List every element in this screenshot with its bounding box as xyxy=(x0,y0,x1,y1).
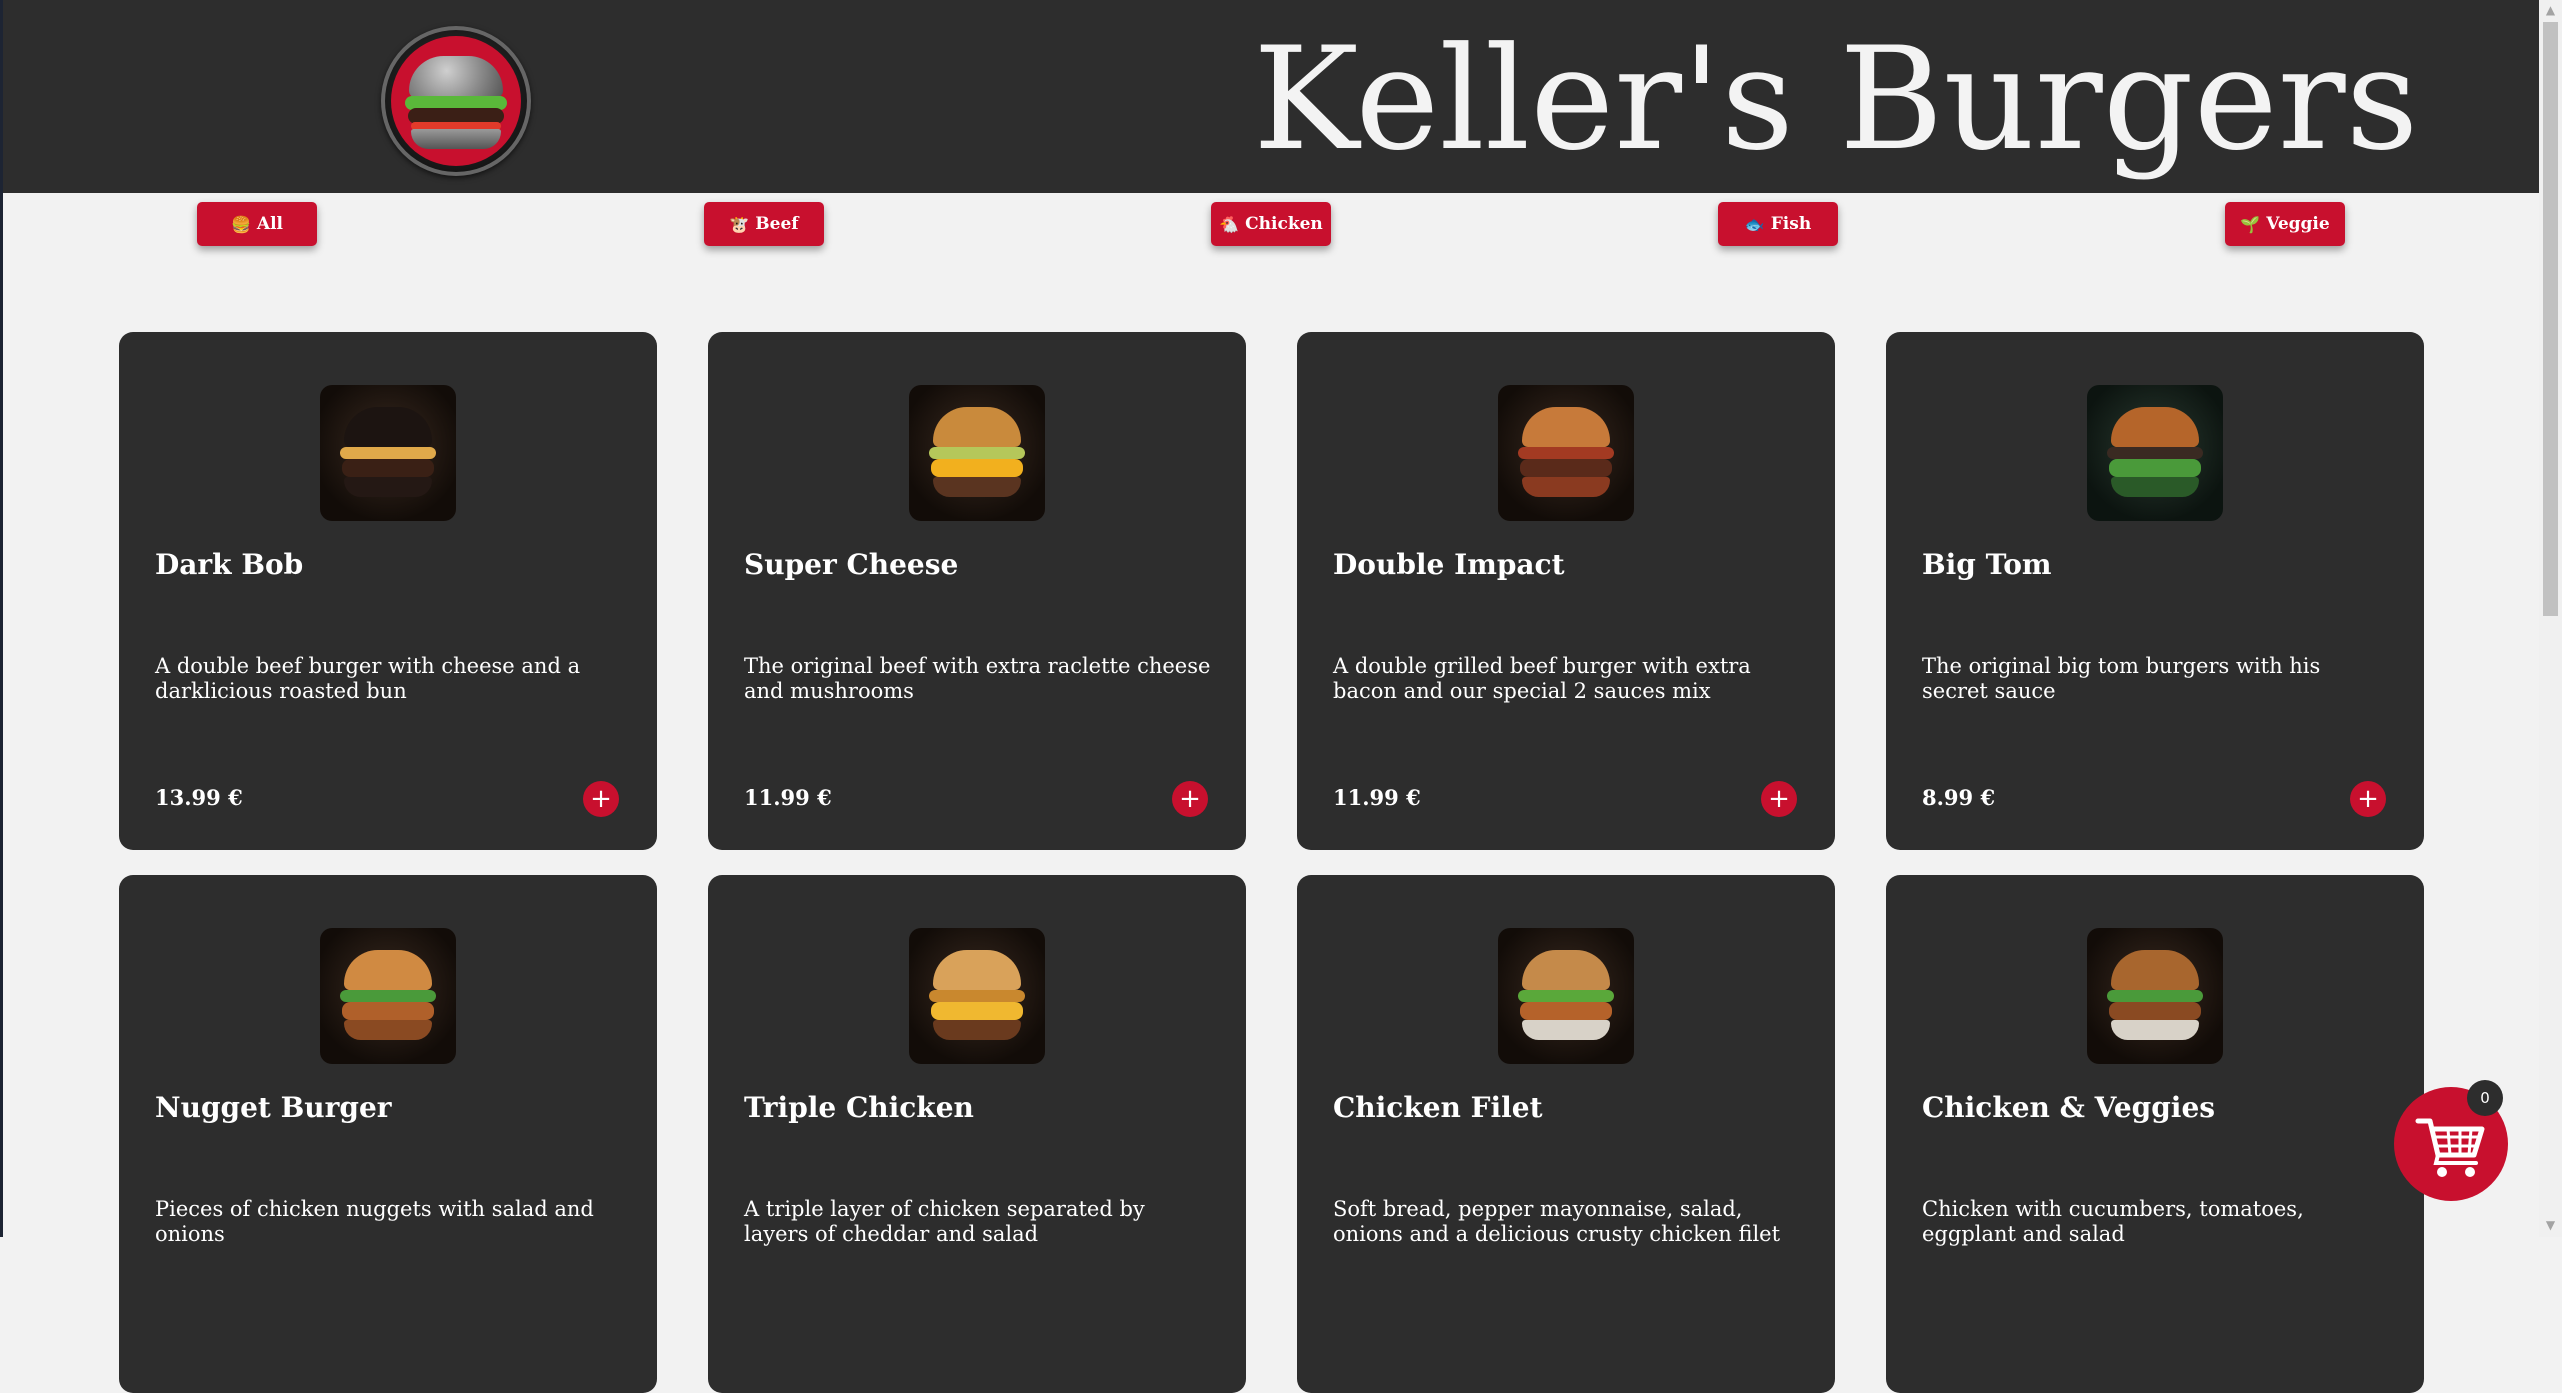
cart-count-badge: 0 xyxy=(2467,1080,2503,1116)
shopping-cart-icon xyxy=(2415,1118,2485,1177)
scroll-up-arrow-icon[interactable]: ▲ xyxy=(2539,0,2562,20)
cow-icon: 🐮 xyxy=(729,214,750,234)
product-image xyxy=(909,385,1045,521)
add-to-cart-button[interactable]: + xyxy=(583,781,619,817)
seedling-icon: 🌱 xyxy=(2240,214,2261,234)
product-name: Triple Chicken xyxy=(744,1091,974,1124)
filter-veggie-button[interactable]: 🌱 Veggie xyxy=(2225,202,2345,246)
filter-label: Veggie xyxy=(2266,214,2330,234)
product-name: Chicken Filet xyxy=(1333,1091,1543,1124)
filter-fish-button[interactable]: 🐟 Fish xyxy=(1718,202,1838,246)
product-card: Big Tom The original big tom burgers wit… xyxy=(1886,332,2424,850)
product-image xyxy=(1498,385,1634,521)
product-description: A double grilled beef burger with extra … xyxy=(1333,654,1751,703)
chicken-icon: 🐔 xyxy=(1219,214,1240,234)
product-description: Pieces of chicken nuggets with salad and… xyxy=(155,1197,594,1246)
burger-icon: 🍔 xyxy=(230,214,251,234)
product-name: Nugget Burger xyxy=(155,1091,392,1124)
product-card: Super Cheese The original beef with extr… xyxy=(708,332,1246,850)
scroll-down-arrow-icon[interactable]: ▼ xyxy=(2539,1215,2562,1235)
product-card: Double Impact A double grilled beef burg… xyxy=(1297,332,1835,850)
filter-label: Chicken xyxy=(1245,214,1323,234)
add-to-cart-button[interactable]: + xyxy=(2350,781,2386,817)
product-card: Dark Bob A double beef burger with chees… xyxy=(119,332,657,850)
fish-icon: 🐟 xyxy=(1744,214,1765,234)
filter-label: All xyxy=(256,214,284,234)
product-image xyxy=(1498,928,1634,1064)
product-name: Dark Bob xyxy=(155,548,304,581)
product-name: Big Tom xyxy=(1922,548,2052,581)
product-card: Triple Chicken A triple layer of chicken… xyxy=(708,875,1246,1393)
product-image xyxy=(320,385,456,521)
product-price: 11.99 € xyxy=(744,785,832,810)
filter-all-button[interactable]: 🍔 All xyxy=(197,202,317,246)
filter-label: Beef xyxy=(755,214,799,234)
product-image xyxy=(909,928,1045,1064)
product-image xyxy=(2087,385,2223,521)
product-description: The original big tom burgers with his se… xyxy=(1922,654,2321,703)
add-to-cart-button[interactable]: + xyxy=(1172,781,1208,817)
filter-label: Fish xyxy=(1770,214,1812,234)
vertical-scrollbar[interactable]: ▲ ▼ xyxy=(2539,0,2562,1237)
product-image xyxy=(320,928,456,1064)
product-description: The original beef with extra raclette ch… xyxy=(744,654,1211,703)
product-card: Chicken Filet Soft bread, pepper mayonna… xyxy=(1297,875,1835,1393)
product-description: Chicken with cucumbers, tomatoes, eggpla… xyxy=(1922,1197,2304,1246)
site-title: Keller's Burgers xyxy=(1253,17,2419,182)
product-price: 8.99 € xyxy=(1922,785,1996,810)
product-card: Chicken & Veggies Chicken with cucumbers… xyxy=(1886,875,2424,1393)
filter-chicken-button[interactable]: 🐔 Chicken xyxy=(1211,202,1331,246)
burger-logo-icon[interactable] xyxy=(381,26,531,176)
product-name: Chicken & Veggies xyxy=(1922,1091,2216,1124)
product-description: A double beef burger with cheese and a d… xyxy=(155,654,581,703)
filter-beef-button[interactable]: 🐮 Beef xyxy=(704,202,824,246)
product-card: Nugget Burger Pieces of chicken nuggets … xyxy=(119,875,657,1393)
add-to-cart-button[interactable]: + xyxy=(1761,781,1797,817)
product-description: Soft bread, pepper mayonnaise, salad, on… xyxy=(1333,1197,1781,1246)
product-price: 13.99 € xyxy=(155,785,243,810)
scrollbar-thumb[interactable] xyxy=(2543,22,2558,616)
product-name: Double Impact xyxy=(1333,548,1565,581)
product-price: 11.99 € xyxy=(1333,785,1421,810)
site-header: Keller's Burgers xyxy=(3,0,2539,193)
product-name: Super Cheese xyxy=(744,548,959,581)
product-image xyxy=(2087,928,2223,1064)
product-description: A triple layer of chicken separated by l… xyxy=(744,1197,1145,1246)
